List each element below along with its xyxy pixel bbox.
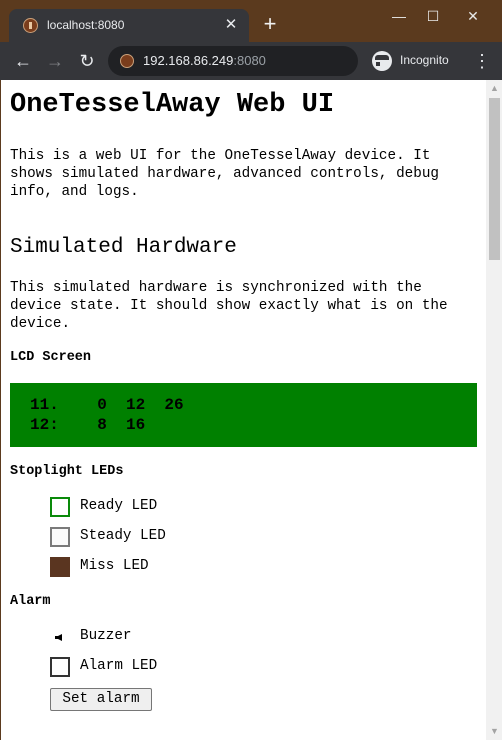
site-favicon-icon — [23, 18, 38, 33]
buzzer-label: Buzzer — [80, 628, 132, 644]
lcd-line-2: 12: 8 16 — [30, 416, 146, 434]
alarm-label: Alarm — [10, 594, 51, 609]
address-bar[interactable]: 192.168.86.249:8080 — [108, 46, 358, 76]
lcd-screen: 11. 0 12 26 12: 8 16 — [10, 383, 477, 447]
page-scrollbar[interactable]: ▲ ▼ — [486, 80, 502, 740]
scroll-up-icon[interactable]: ▲ — [486, 80, 502, 97]
steady-led-indicator — [50, 527, 70, 547]
ready-led-label: Ready LED — [80, 498, 158, 514]
scrollbar-thumb[interactable] — [489, 98, 500, 260]
page-title: OneTesselAway Web UI — [10, 90, 335, 120]
browser-tab[interactable]: localhost:8080 ✕ — [9, 9, 249, 42]
incognito-icon — [372, 51, 396, 71]
incognito-label: Incognito — [400, 53, 449, 67]
browser-menu-icon[interactable]: ⋮ — [470, 48, 494, 74]
miss-led-label: Miss LED — [80, 558, 149, 574]
intro-text: This is a web UI for the OneTesselAway d… — [10, 148, 439, 200]
lcd-line-1: 11. 0 12 26 — [30, 396, 184, 414]
page-viewport: OneTesselAway Web UI This is a web UI fo… — [0, 80, 502, 740]
alarm-led-indicator — [50, 657, 70, 677]
scroll-down-icon[interactable]: ▼ — [486, 723, 502, 740]
window-close-button[interactable]: ✕ — [458, 4, 488, 28]
new-tab-button[interactable]: + — [258, 12, 282, 36]
url-text[interactable]: 192.168.86.249:8080 — [143, 53, 266, 68]
stoplight-leds-label: Stoplight LEDs — [10, 464, 124, 479]
section-heading-simulated-hardware: Simulated Hardware — [10, 236, 237, 259]
steady-led-label: Steady LED — [80, 528, 166, 544]
url-host: 192.168.86.249 — [143, 53, 234, 68]
maximize-button[interactable]: ☐ — [418, 4, 448, 28]
back-arrow-icon[interactable]: ← — [10, 48, 36, 74]
tab-title: localhost:8080 — [47, 18, 125, 32]
minimize-button[interactable]: — — [384, 4, 414, 28]
browser-toolbar: ← → ↻ 192.168.86.249:8080 Incognito ⋮ — [0, 42, 502, 80]
simulated-hardware-description: This simulated hardware is synchronized … — [10, 280, 448, 332]
miss-led-indicator — [50, 557, 70, 577]
alarm-led-label: Alarm LED — [80, 658, 158, 674]
speaker-icon — [55, 634, 62, 641]
incognito-indicator[interactable]: Incognito — [366, 47, 458, 75]
set-alarm-button[interactable]: Set alarm — [50, 688, 152, 711]
tab-close-icon[interactable]: ✕ — [221, 15, 241, 35]
lcd-screen-label: LCD Screen — [10, 350, 92, 365]
forward-arrow-icon[interactable]: → — [42, 48, 68, 74]
url-port: :8080 — [233, 53, 266, 68]
site-info-icon[interactable] — [120, 54, 134, 68]
ready-led-indicator — [50, 497, 70, 517]
tab-strip: localhost:8080 ✕ + — ☐ ✕ — [0, 0, 502, 42]
reload-icon[interactable]: ↻ — [74, 48, 100, 74]
